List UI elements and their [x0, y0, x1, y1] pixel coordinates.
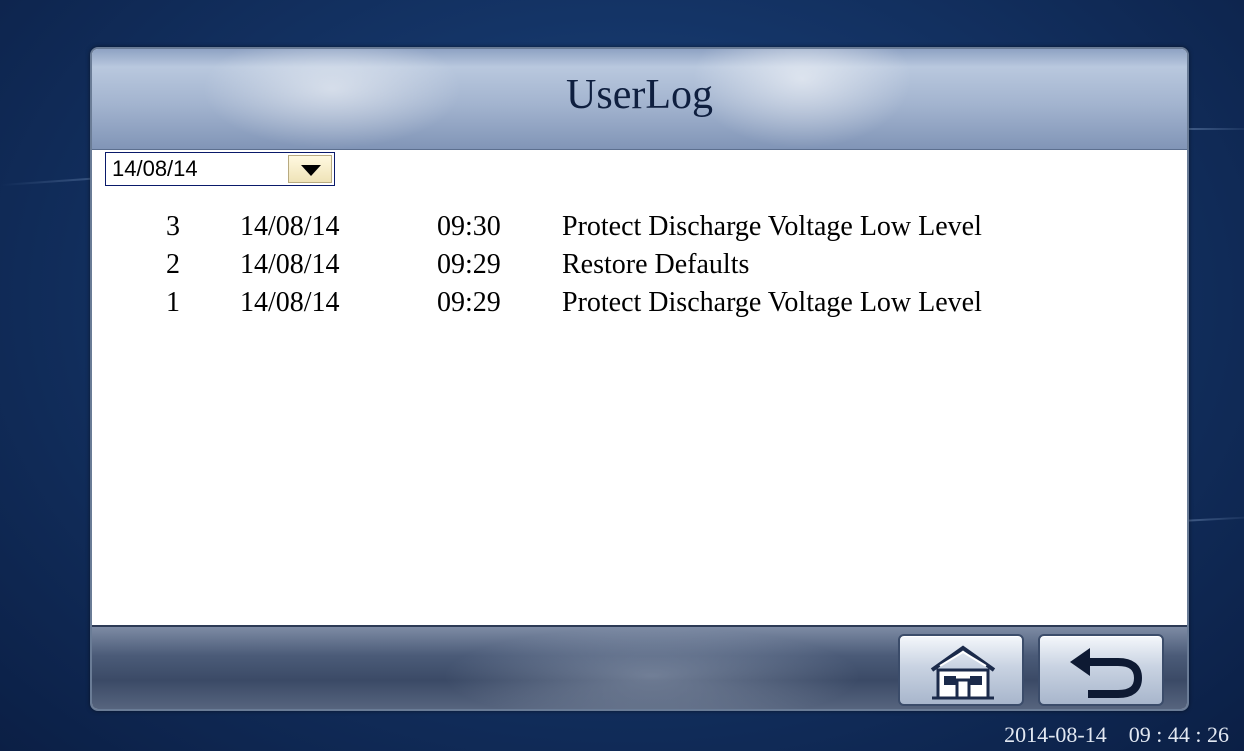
- log-time: 09:29: [437, 249, 501, 280]
- log-time: 09:30: [437, 211, 501, 242]
- log-time: 09:29: [437, 287, 501, 318]
- log-number: 3: [166, 211, 180, 242]
- log-date: 14/08/14: [240, 211, 340, 242]
- log-date: 14/08/14: [240, 249, 340, 280]
- title-bar: UserLog: [92, 49, 1187, 150]
- log-row: 2 14/08/14 09:29 Restore Defaults: [92, 249, 1187, 289]
- log-number: 2: [166, 249, 180, 280]
- log-number: 1: [166, 287, 180, 318]
- log-row: 3 14/08/14 09:30 Protect Discharge Volta…: [92, 211, 1187, 251]
- log-row: 1 14/08/14 09:29 Protect Discharge Volta…: [92, 287, 1187, 327]
- chevron-down-icon: [301, 165, 321, 176]
- home-icon: [930, 645, 996, 700]
- date-filter-value: 14/08/14: [112, 156, 198, 181]
- dropdown-toggle-button[interactable]: [288, 155, 332, 183]
- log-event: Protect Discharge Voltage Low Level: [562, 287, 982, 318]
- log-event: Restore Defaults: [562, 249, 750, 280]
- userlog-panel: UserLog 14/08/14 3 14/08/14 09:30 Protec…: [90, 47, 1189, 711]
- status-date: 2014-08-14: [1004, 722, 1107, 747]
- log-date: 14/08/14: [240, 287, 340, 318]
- page-title: UserLog: [566, 72, 713, 118]
- status-clock: 2014-08-14 09 : 44 : 26: [1004, 722, 1229, 748]
- bottom-toolbar: [92, 625, 1187, 709]
- toolbar-glow: [442, 627, 862, 709]
- status-time: 09 : 44 : 26: [1128, 722, 1229, 747]
- home-button[interactable]: [898, 634, 1024, 706]
- back-button[interactable]: [1038, 634, 1164, 706]
- date-filter-dropdown[interactable]: 14/08/14: [105, 152, 335, 186]
- log-event: Protect Discharge Voltage Low Level: [562, 211, 982, 242]
- back-arrow-icon: [1070, 648, 1143, 698]
